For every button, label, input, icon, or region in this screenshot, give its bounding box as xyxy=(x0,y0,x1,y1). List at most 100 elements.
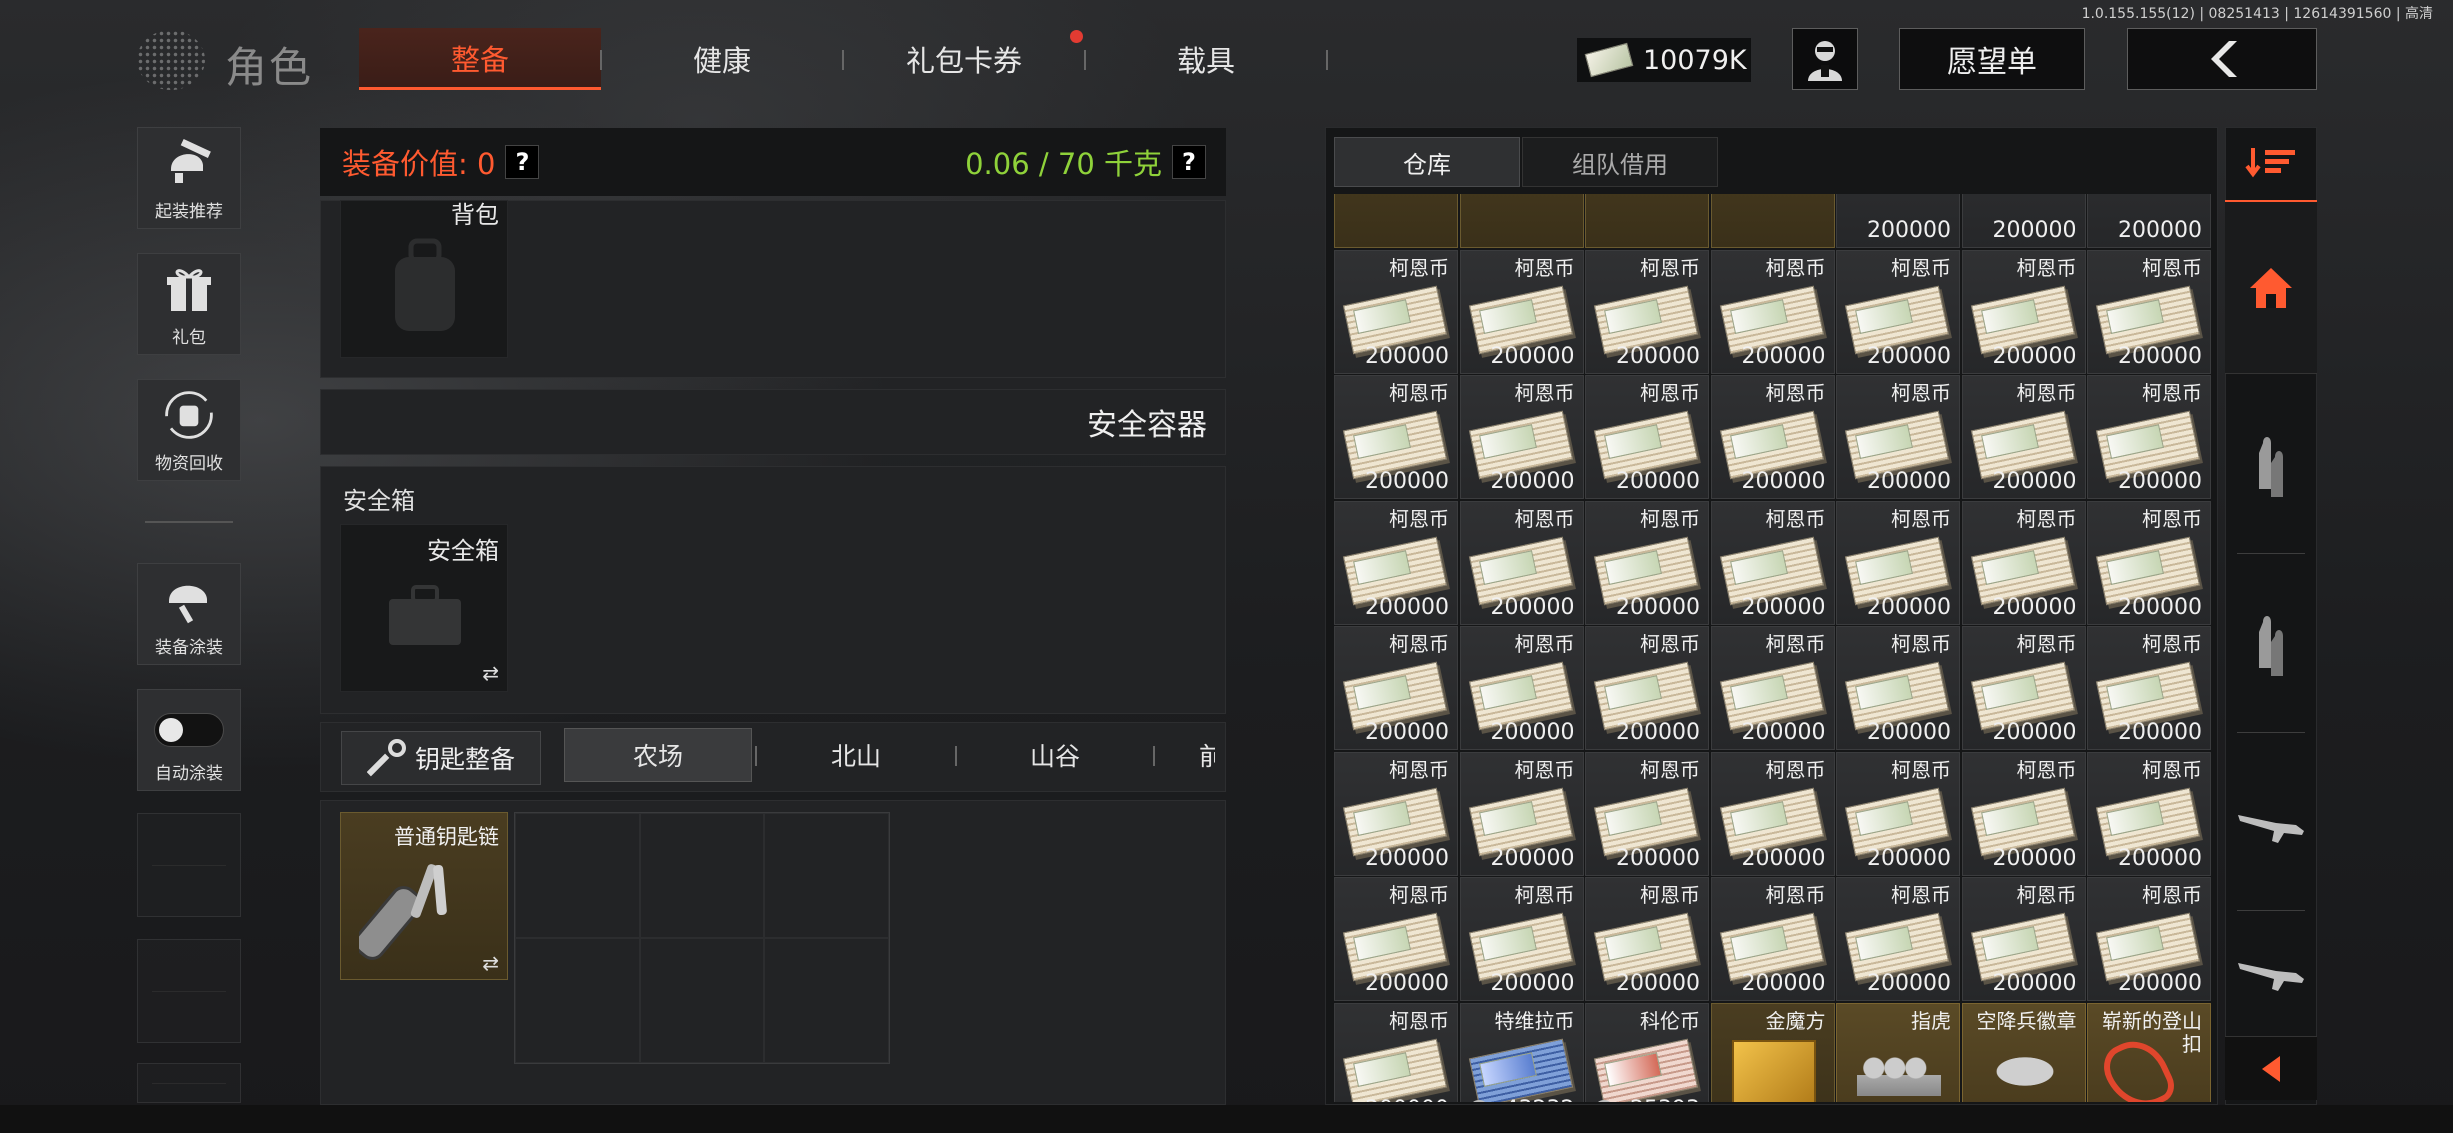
item-quantity: 200000 xyxy=(1616,971,1700,996)
sidebar-item-recycle[interactable]: 物资回收 xyxy=(137,379,241,481)
storage-item-kern-coin[interactable]: 柯恩币 200000 xyxy=(1459,500,1584,625)
storage-item[interactable] xyxy=(1459,194,1584,248)
storage-item-kern-coin[interactable]: 柯恩币 200000 xyxy=(1459,249,1584,374)
storage-item-kern-coin[interactable]: 柯恩币 200000 xyxy=(2087,249,2211,374)
auto-paint-toggle[interactable] xyxy=(154,713,224,747)
key-loadout-button[interactable]: 钥匙整备 xyxy=(341,731,541,785)
storage-item-kern-coin[interactable]: 柯恩币 200000 xyxy=(1961,500,2086,625)
storage-item-kern-coin[interactable]: 柯恩币 200000 xyxy=(1836,249,1960,374)
category-ammo-2[interactable] xyxy=(2225,562,2317,732)
storage-item-kern-coin[interactable]: 柯恩币 200000 xyxy=(1710,375,1835,499)
back-button[interactable] xyxy=(2127,28,2317,90)
tab-gift-cards[interactable]: 礼包卡券 xyxy=(844,28,1084,90)
storage-item-kern-coin[interactable]: 柯恩币 200000 xyxy=(1836,751,1960,876)
storage-item-kern-coin[interactable]: 柯恩币 200000 xyxy=(1710,877,1835,1001)
storage-item-kern-coin[interactable]: 柯恩币 200000 xyxy=(1459,626,1584,750)
profile-button[interactable] xyxy=(1792,28,1858,90)
storage-item-kern-coin[interactable]: 柯恩币 200000 xyxy=(1459,751,1584,876)
storage-item-kern-coin[interactable]: 柯恩币 200000 xyxy=(1836,500,1960,625)
storage-item-kern-coin[interactable]: 柯恩币 200000 xyxy=(1334,751,1458,876)
storage-item-kern-coin[interactable]: 柯恩币 200000 xyxy=(1961,375,2086,499)
empty-key-slot[interactable] xyxy=(515,938,640,1063)
storage-item[interactable]: 200000 xyxy=(1836,194,1960,248)
storage-item-kern-coin[interactable]: 柯恩币 200000 xyxy=(2087,751,2211,876)
storage-item-kern-coin[interactable]: 柯恩币 200000 xyxy=(1961,249,2086,374)
empty-key-slot[interactable] xyxy=(764,938,889,1063)
storage-item[interactable]: 200000 xyxy=(1961,194,2086,248)
keychain-slot[interactable]: 普通钥匙链 ⇄ xyxy=(340,812,508,980)
swap-icon[interactable]: ⇄ xyxy=(482,661,499,685)
storage-item[interactable]: 金魔方 ⇥ xyxy=(1710,1002,1835,1102)
tab-loadout[interactable]: 整备 xyxy=(359,28,601,90)
storage-item-kern-coin[interactable]: 柯恩币 200000 xyxy=(1585,500,1709,625)
equipment-value: 装备价值: 0 ? xyxy=(342,141,540,183)
tab-health[interactable]: 健康 xyxy=(602,28,842,90)
storage-item[interactable]: 指虎 ⇥ xyxy=(1836,1002,1960,1102)
storage-item-kern-coin[interactable]: 柯恩币 200000 xyxy=(1710,626,1835,750)
storage-item-kern-coin[interactable]: 柯恩币 200000 xyxy=(2087,877,2211,1001)
storage-item[interactable]: 柯恩币 200000 xyxy=(1334,1002,1458,1102)
storage-item-kern-coin[interactable]: 柯恩币 200000 xyxy=(1585,751,1709,876)
storage-item[interactable]: 空降兵徽章 ⇥ xyxy=(1961,1002,2086,1102)
banknote-stack-icon xyxy=(1468,1038,1573,1102)
storage-item[interactable] xyxy=(1710,194,1835,248)
storage-item-kern-coin[interactable]: 柯恩币 200000 xyxy=(1585,626,1709,750)
sidebar-item-recommended-loadout[interactable]: 起装推荐 xyxy=(137,127,241,229)
storage-item-kern-coin[interactable]: 柯恩币 200000 xyxy=(2087,375,2211,499)
swap-icon[interactable]: ⇄ xyxy=(482,951,499,975)
sidebar-item-paint[interactable]: 装备涂装 xyxy=(137,563,241,665)
category-rifle[interactable] xyxy=(2225,740,2317,910)
sidebar-item-gift[interactable]: 礼包 xyxy=(137,253,241,355)
storage-item-kern-coin[interactable]: 柯恩币 200000 xyxy=(1836,626,1960,750)
key-tab-north-mountain[interactable]: 北山 xyxy=(757,728,955,782)
home-icon xyxy=(2250,267,2292,308)
storage-item-kern-coin[interactable]: 柯恩币 200000 xyxy=(1585,249,1709,374)
safebox-slot[interactable]: 安全箱 ⇄ xyxy=(340,524,508,692)
storage-item-kern-coin[interactable]: 柯恩币 200000 xyxy=(1459,375,1584,499)
storage-item-kern-coin[interactable]: 柯恩币 200000 xyxy=(1585,877,1709,1001)
empty-key-slot[interactable] xyxy=(515,813,640,938)
sidebar-item-auto-paint[interactable]: 自动涂装 xyxy=(137,689,241,791)
storage-item-kern-coin[interactable]: 柯恩币 200000 xyxy=(1961,877,2086,1001)
empty-key-slot[interactable] xyxy=(639,813,765,938)
storage-item-kern-coin[interactable]: 柯恩币 200000 xyxy=(1710,249,1835,374)
category-rifle-2[interactable] xyxy=(2225,918,2317,1028)
storage-item-kern-coin[interactable]: 柯恩币 200000 xyxy=(1334,626,1458,750)
storage-item-kern-coin[interactable]: 柯恩币 200000 xyxy=(1334,500,1458,625)
storage-item-kern-coin[interactable]: 柯恩币 200000 xyxy=(1961,751,2086,876)
storage-item-kern-coin[interactable]: 柯恩币 200000 xyxy=(1836,877,1960,1001)
storage-item-kern-coin[interactable]: 柯恩币 200000 xyxy=(1710,751,1835,876)
wishlist-button[interactable]: 愿望单 xyxy=(1899,28,2085,90)
storage-item-kern-coin[interactable]: 柯恩币 200000 xyxy=(1585,375,1709,499)
backpack-slot[interactable]: 背包 xyxy=(340,200,508,358)
storage-item-kern-coin[interactable]: 柯恩币 200000 xyxy=(1334,375,1458,499)
storage-item-kern-coin[interactable]: 柯恩币 200000 xyxy=(1961,626,2086,750)
empty-key-slot[interactable] xyxy=(764,813,889,938)
storage-item[interactable]: 科伦币 25393 xyxy=(1585,1002,1709,1102)
storage-item[interactable]: 200000 xyxy=(2087,194,2211,248)
storage-item-kern-coin[interactable]: 柯恩币 200000 xyxy=(1459,877,1584,1001)
storage-item-kern-coin[interactable]: 柯恩币 200000 xyxy=(1710,500,1835,625)
key-tab-valley[interactable]: 山谷 xyxy=(957,728,1153,782)
key-tab-farm[interactable]: 农场 xyxy=(564,728,752,782)
collapse-rail-button[interactable] xyxy=(2225,1036,2317,1100)
key-tab-partial[interactable]: 前 xyxy=(1155,728,1215,782)
storage-item-kern-coin[interactable]: 柯恩币 200000 xyxy=(1334,249,1458,374)
category-home[interactable] xyxy=(2225,200,2317,374)
storage-item[interactable]: 崭新的登山扣⇥ xyxy=(2087,1002,2211,1102)
help-icon[interactable]: ? xyxy=(505,145,540,179)
storage-item-kern-coin[interactable]: 柯恩币 200000 xyxy=(2087,626,2211,750)
category-ammo[interactable] xyxy=(2225,388,2317,548)
sort-button[interactable] xyxy=(2225,134,2317,190)
storage-item-kern-coin[interactable]: 柯恩币 200000 xyxy=(1836,375,1960,499)
storage-item[interactable]: 特维拉币 43232 xyxy=(1459,1002,1584,1102)
storage-tab-team-borrow[interactable]: 组队借用 xyxy=(1522,137,1718,187)
storage-item[interactable] xyxy=(1334,194,1458,248)
tab-vehicles[interactable]: 载具 xyxy=(1086,28,1326,90)
storage-item-kern-coin[interactable]: 柯恩币 200000 xyxy=(1334,877,1458,1001)
empty-key-slot[interactable] xyxy=(639,938,765,1063)
storage-tab-warehouse[interactable]: 仓库 xyxy=(1334,137,1520,187)
help-icon[interactable]: ? xyxy=(1172,145,1206,179)
storage-item-kern-coin[interactable]: 柯恩币 200000 xyxy=(2087,500,2211,625)
storage-item[interactable] xyxy=(1585,194,1709,248)
